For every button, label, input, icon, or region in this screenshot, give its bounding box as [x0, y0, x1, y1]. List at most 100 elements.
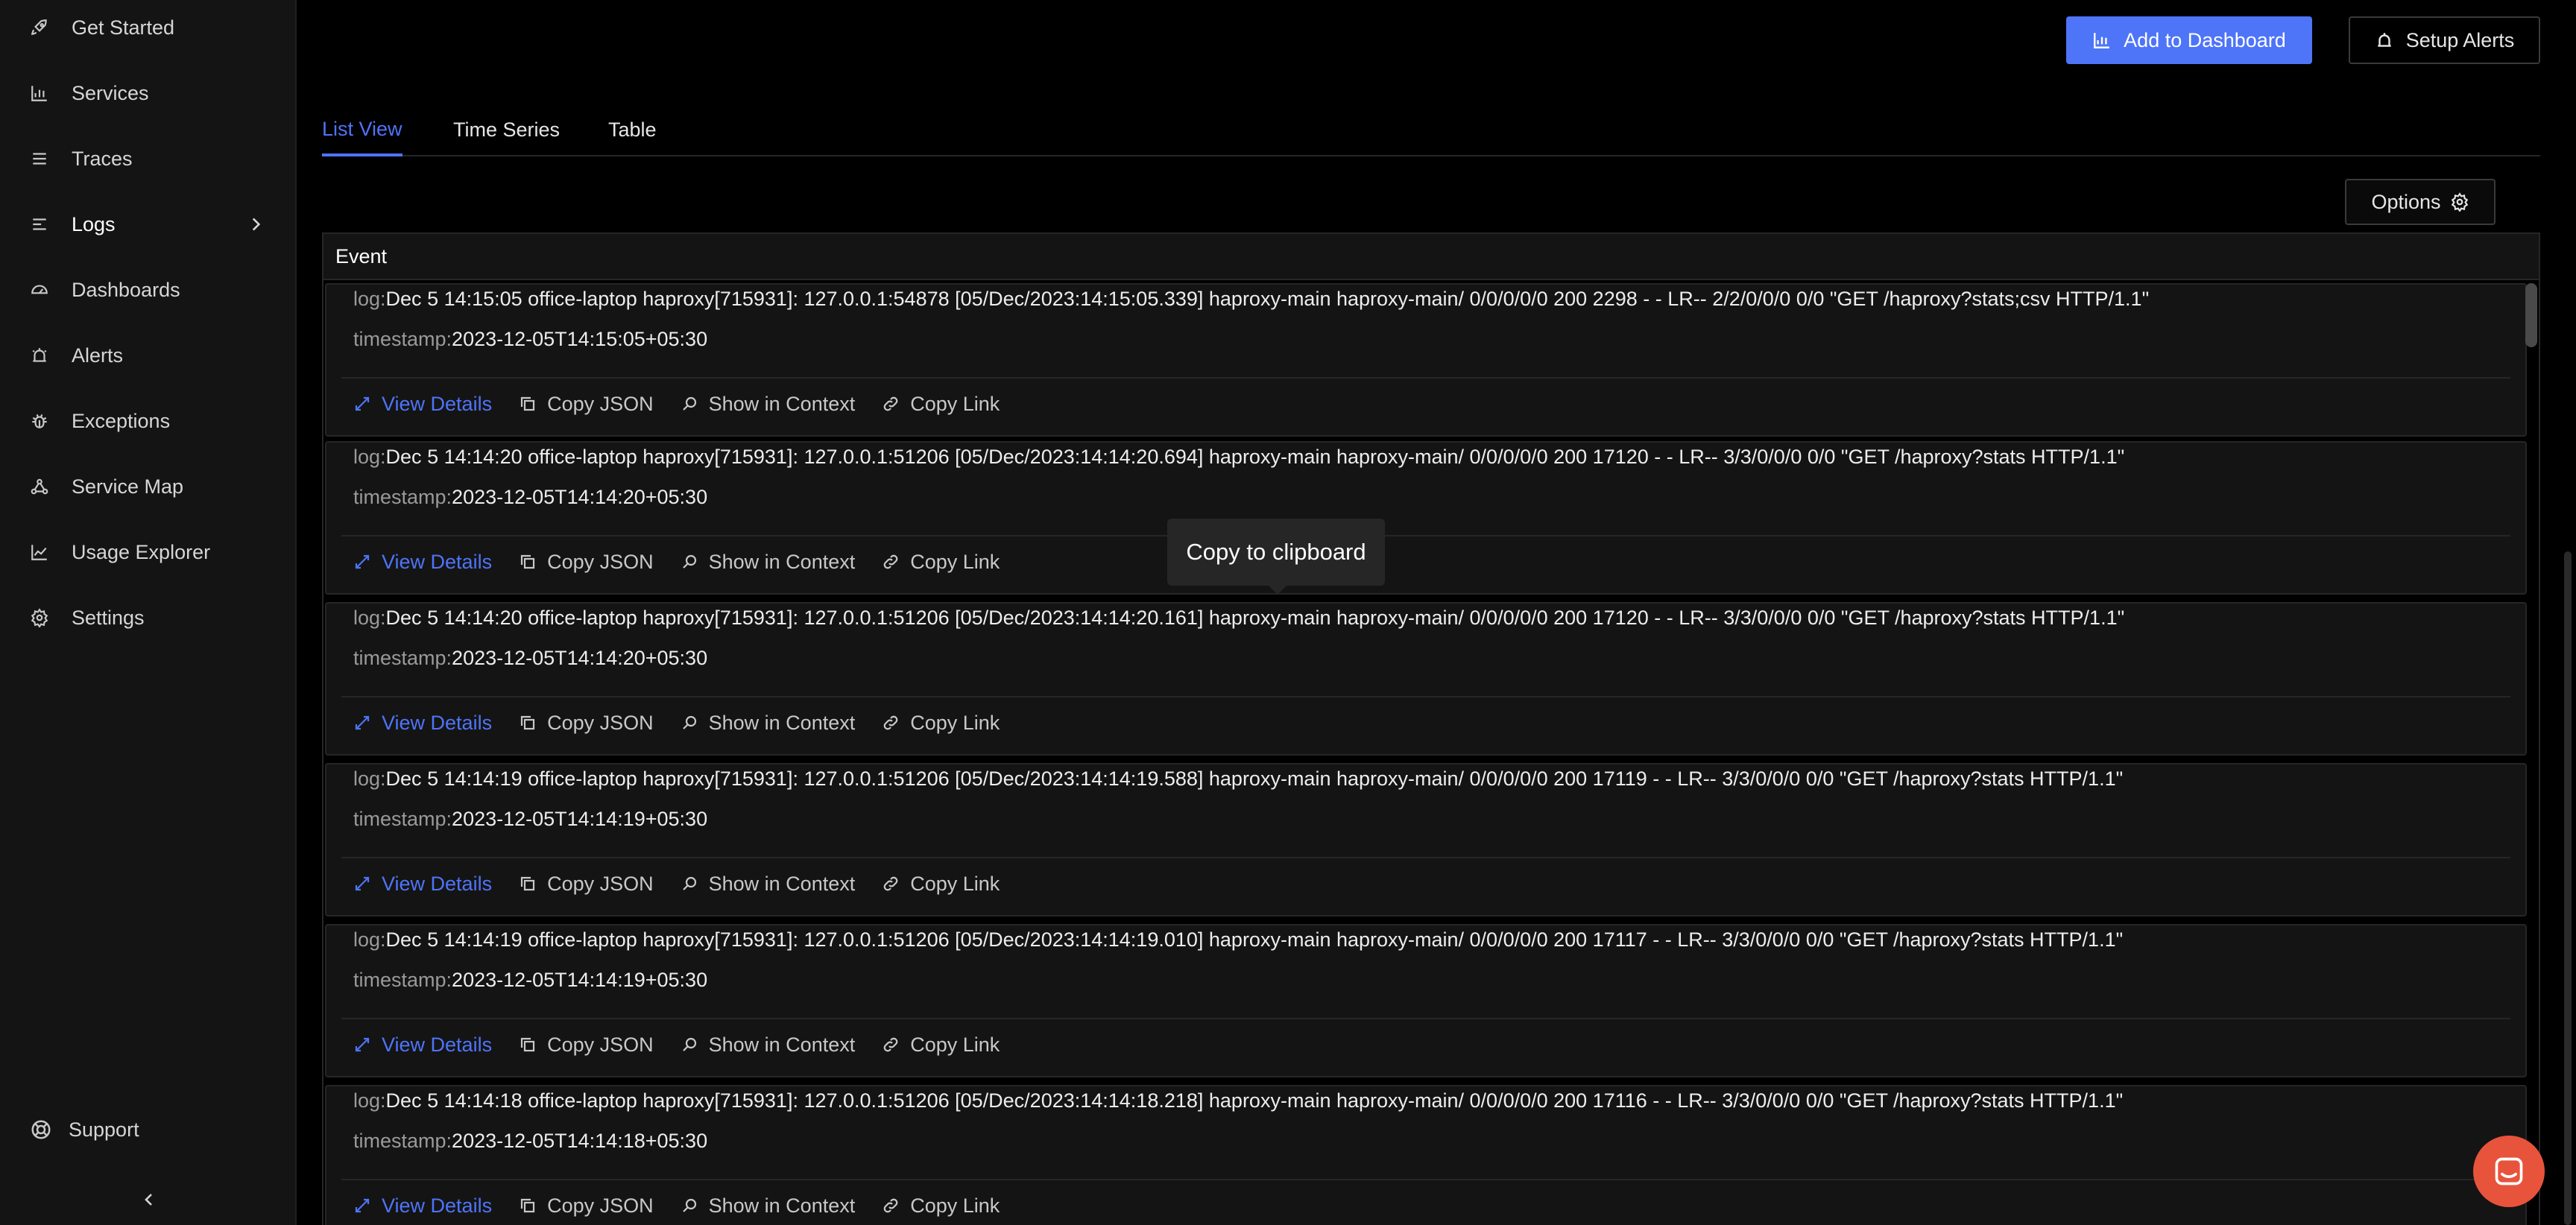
log-list-scrollbar[interactable] — [2525, 283, 2537, 347]
row-actions: View Details Copy JSON Show in Context C… — [353, 1030, 1026, 1060]
service-map-icon — [28, 475, 51, 498]
timestamp-key: timestamp: — [353, 969, 452, 991]
view-details-button[interactable]: View Details — [353, 712, 492, 735]
copy-json-button[interactable]: Copy JSON — [519, 1034, 654, 1057]
sidebar-item-service-map[interactable]: Service Map — [0, 462, 295, 511]
sidebar-item-usage-explorer[interactable]: Usage Explorer — [0, 528, 295, 577]
sidebar-item-exceptions[interactable]: Exceptions — [0, 396, 295, 446]
copy-tooltip: Copy to clipboard — [1167, 519, 1385, 595]
chevron-right-icon — [246, 215, 265, 234]
log-list[interactable]: log:Dec 5 14:15:05 office-laptop haproxy… — [322, 280, 2540, 1225]
copy-icon — [520, 1198, 535, 1213]
sidebar-item-traces[interactable]: Traces — [0, 134, 295, 183]
expand-icon — [355, 396, 370, 411]
copy-link-label: Copy Link — [910, 392, 1000, 415]
copy-json-button[interactable]: Copy JSON — [519, 712, 654, 735]
show-in-context-label: Show in Context — [708, 711, 856, 734]
copy-link-label: Copy Link — [910, 711, 1000, 734]
show-in-context-button[interactable]: Show in Context — [681, 711, 856, 735]
show-in-context-button[interactable]: Show in Context — [681, 873, 855, 896]
log-value: Dec 5 14:14:19 office-laptop haproxy[715… — [385, 767, 2124, 790]
search-icon — [682, 554, 696, 569]
tab-time-series[interactable]: Time Series — [453, 104, 560, 155]
row-actions: View Details Copy JSON Show in Context C… — [353, 389, 1026, 419]
row-divider — [341, 377, 2510, 379]
copy-link-button[interactable]: Copy Link — [882, 873, 1000, 896]
timestamp-value: 2023-12-05T14:14:19+05:30 — [452, 808, 708, 830]
copy-json-button[interactable]: Copy JSON — [519, 393, 654, 416]
copy-json-button[interactable]: Copy JSON — [519, 873, 654, 896]
table-row[interactable]: log:Dec 5 14:14:19 office-laptop haproxy… — [325, 763, 2527, 917]
log-key: log: — [353, 288, 386, 310]
add-to-dashboard-button[interactable]: Add to Dashboard — [2066, 16, 2312, 64]
sidebar-item-label: Logs — [72, 212, 116, 235]
log-key: log: — [353, 446, 386, 468]
copy-json-label: Copy JSON — [547, 1033, 654, 1056]
support-link[interactable]: Support — [30, 1112, 139, 1148]
add-to-dashboard-label: Add to Dashboard — [2124, 28, 2286, 51]
show-in-context-button[interactable]: Show in Context — [681, 393, 855, 416]
show-in-context-button[interactable]: Show in Context — [681, 1034, 855, 1057]
view-details-button[interactable]: View Details — [353, 873, 492, 896]
sidebar-item-alerts[interactable]: Alerts — [0, 331, 295, 380]
copy-json-label: Copy JSON — [547, 711, 654, 734]
table-row[interactable]: log:Dec 5 14:15:05 office-laptop haproxy… — [325, 283, 2527, 437]
sidebar-item-services[interactable]: Services — [0, 69, 295, 118]
sidebar-item-dashboards[interactable]: Dashboards — [0, 265, 295, 314]
view-details-button[interactable]: View Details — [353, 1194, 492, 1218]
sidebar-item-label: Traces — [72, 147, 133, 170]
gear-icon — [28, 607, 51, 629]
copy-json-button[interactable]: Copy JSON — [519, 1194, 654, 1218]
tab-table[interactable]: Table — [608, 104, 657, 155]
expand-icon — [355, 876, 370, 891]
copy-link-button[interactable]: Copy Link — [882, 551, 1000, 574]
view-details-button[interactable]: View Details — [353, 551, 492, 574]
copy-link-button[interactable]: Copy Link — [882, 393, 1000, 416]
chat-launcher-button[interactable] — [2473, 1136, 2545, 1207]
copy-link-button[interactable]: Copy Link — [882, 1194, 1000, 1218]
link-icon — [883, 715, 898, 730]
column-header-event: Event — [335, 244, 388, 268]
sidebar: Get Started Services Traces Logs Dashboa… — [0, 0, 297, 1225]
table-row[interactable]: log:Dec 5 14:14:20 office-laptop haproxy… — [325, 602, 2527, 756]
sidebar-item-get-started[interactable]: Get Started — [0, 3, 295, 52]
table-row[interactable]: log:Dec 5 14:14:19 office-laptop haproxy… — [325, 924, 2527, 1077]
copy-json-label: Copy JSON — [547, 550, 654, 573]
copy-link-button[interactable]: Copy Link — [882, 712, 1000, 735]
copy-link-button[interactable]: Copy Link — [882, 1034, 1000, 1057]
view-details-label: View Details — [382, 1194, 493, 1217]
link-icon — [883, 876, 898, 891]
row-actions: View Details Copy JSON Show in Context C… — [353, 547, 1026, 577]
show-in-context-label: Show in Context — [708, 1194, 856, 1217]
options-button[interactable]: Options — [2345, 179, 2496, 225]
view-details-label: View Details — [382, 711, 493, 734]
page-scrollbar[interactable] — [2564, 551, 2572, 1225]
expand-icon — [355, 1037, 370, 1052]
copy-json-button[interactable]: Copy JSON — [519, 551, 654, 574]
link-icon — [883, 1198, 898, 1213]
table-row[interactable]: log:Dec 5 14:14:20 office-laptop haproxy… — [325, 441, 2527, 595]
sidebar-item-label: Service Map — [72, 475, 184, 498]
copy-icon — [520, 554, 535, 569]
bar-chart-icon — [28, 82, 51, 104]
timestamp-value: 2023-12-05T14:14:20+05:30 — [452, 486, 708, 508]
timestamp-value: 2023-12-05T14:14:19+05:30 — [452, 969, 708, 991]
view-details-button[interactable]: View Details — [353, 393, 492, 416]
show-in-context-button[interactable]: Show in Context — [681, 1194, 856, 1218]
show-in-context-label: Show in Context — [708, 550, 856, 573]
bar-chart-icon — [2092, 31, 2112, 50]
view-details-button[interactable]: View Details — [353, 1034, 492, 1057]
rocket-icon — [28, 16, 51, 39]
setup-alerts-button[interactable]: Setup Alerts — [2349, 16, 2540, 64]
copy-json-label: Copy JSON — [547, 1194, 654, 1217]
log-key: log: — [353, 767, 386, 790]
log-key: log: — [353, 1089, 386, 1112]
expand-icon — [355, 715, 370, 730]
table-row[interactable]: log:Dec 5 14:14:18 office-laptop haproxy… — [325, 1085, 2527, 1225]
collapse-sidebar-button[interactable] — [137, 1188, 161, 1212]
sidebar-item-logs[interactable]: Logs — [0, 200, 295, 249]
chevron-left-icon — [145, 1194, 152, 1206]
sidebar-item-settings[interactable]: Settings — [0, 593, 295, 642]
tab-list-view[interactable]: List View — [322, 104, 402, 156]
show-in-context-button[interactable]: Show in Context — [681, 550, 856, 574]
